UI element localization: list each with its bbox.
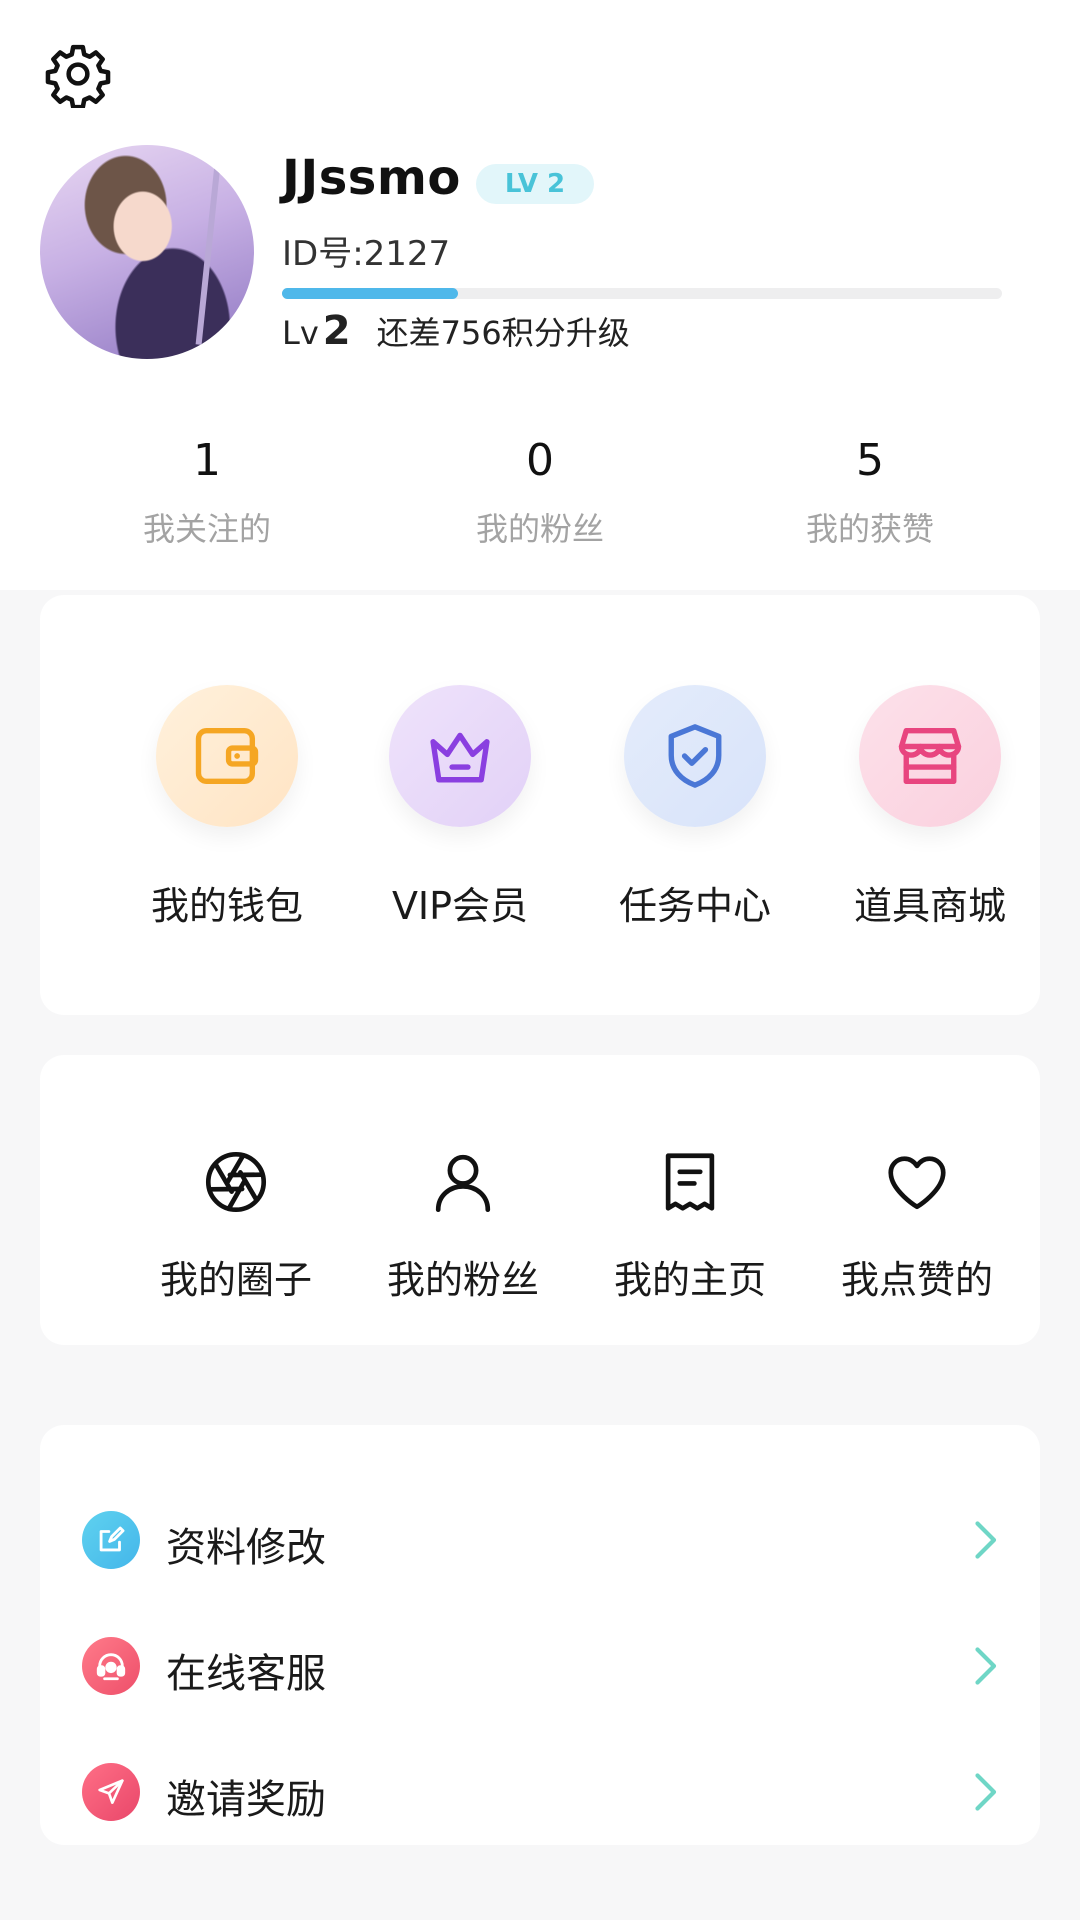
level-prefix: Lv xyxy=(282,314,319,352)
menu-label: 邀请奖励 xyxy=(166,1777,326,1823)
menu-item-customer-service[interactable]: 在线客服 xyxy=(40,1615,1040,1715)
avatar[interactable] xyxy=(40,145,254,359)
link-label: 我的粉丝 xyxy=(386,1258,539,1302)
stat-value: 0 xyxy=(526,435,554,486)
level-progress-fill xyxy=(282,288,459,299)
top-bar xyxy=(0,0,1080,150)
edit-icon xyxy=(99,1526,125,1552)
link-label: 我点赞的 xyxy=(840,1258,993,1302)
feature-vip[interactable]: VIP会员 xyxy=(340,685,580,930)
feature-wallet[interactable]: 我的钱包 xyxy=(107,685,347,930)
feature-label: 我的钱包 xyxy=(150,884,303,928)
link-label: 我的主页 xyxy=(613,1258,766,1302)
wallet-icon xyxy=(195,727,259,785)
feature-tasks[interactable]: 任务中心 xyxy=(575,685,815,930)
menu-label: 资料修改 xyxy=(166,1525,326,1571)
menu-item-edit-profile[interactable]: 资料修改 xyxy=(40,1489,1040,1589)
stat-label: 我关注的 xyxy=(142,510,271,548)
gear-icon[interactable] xyxy=(44,40,112,108)
stat-likes[interactable]: 5 我的获赞 xyxy=(750,435,990,550)
level-progress-bar xyxy=(282,288,1002,299)
stat-fans[interactable]: 0 我的粉丝 xyxy=(420,435,660,550)
feature-label: VIP会员 xyxy=(391,884,529,928)
menu-label: 在线客服 xyxy=(166,1651,326,1697)
person-icon xyxy=(435,1154,491,1213)
features-card: 我的钱包 VIP会员 任务中心 道具商城 xyxy=(40,595,1040,1015)
stat-value: 5 xyxy=(856,435,884,486)
feature-store[interactable]: 道具商城 xyxy=(810,685,1050,930)
stat-label: 我的粉丝 xyxy=(475,510,604,548)
headset-icon xyxy=(96,1653,126,1681)
chevron-right-icon xyxy=(975,1521,997,1559)
chevron-right-icon xyxy=(975,1773,997,1811)
level-badge: LV 2 xyxy=(476,164,594,204)
upgrade-text: 还差756积分升级 xyxy=(376,314,630,352)
username: JJssmo xyxy=(282,150,461,206)
user-id: ID号:2127 xyxy=(282,234,451,274)
link-my-circle[interactable]: 我的圈子 xyxy=(116,1147,356,1304)
menu-item-invite-reward[interactable]: 邀请奖励 xyxy=(40,1741,1040,1841)
settings-menu-card: 资料修改 在线客服 邀请奖励 xyxy=(40,1425,1040,1845)
stat-value: 1 xyxy=(193,435,221,486)
profile-header: JJssmo LV 2 ID号:2127 Lv 2 还差756积分升级 1 我关注的… xyxy=(0,130,1080,590)
stats-row: 1 我关注的 0 我的粉丝 5 我的获赞 xyxy=(0,435,1080,555)
level-info: Lv 2 还差756积分升级 xyxy=(282,308,630,354)
heart-icon xyxy=(888,1156,946,1210)
store-icon xyxy=(898,727,962,785)
send-icon xyxy=(98,1779,124,1804)
link-my-likes[interactable]: 我点赞的 xyxy=(797,1147,1037,1304)
feature-label: 道具商城 xyxy=(853,884,1006,928)
quick-links-card: 我的圈子 我的粉丝 我的主页 我点赞的 xyxy=(40,1055,1040,1345)
chevron-right-icon xyxy=(975,1647,997,1685)
crown-icon xyxy=(430,732,490,783)
stat-label: 我的获赞 xyxy=(805,510,934,548)
feature-label: 任务中心 xyxy=(618,884,771,928)
document-icon xyxy=(665,1153,715,1211)
level-number: 2 xyxy=(322,308,351,354)
aperture-icon xyxy=(205,1151,267,1213)
link-my-fans[interactable]: 我的粉丝 xyxy=(343,1147,583,1304)
stat-following[interactable]: 1 我关注的 xyxy=(87,435,327,550)
shield-check-icon xyxy=(668,724,722,788)
link-label: 我的圈子 xyxy=(159,1258,312,1302)
link-my-homepage[interactable]: 我的主页 xyxy=(570,1147,810,1304)
